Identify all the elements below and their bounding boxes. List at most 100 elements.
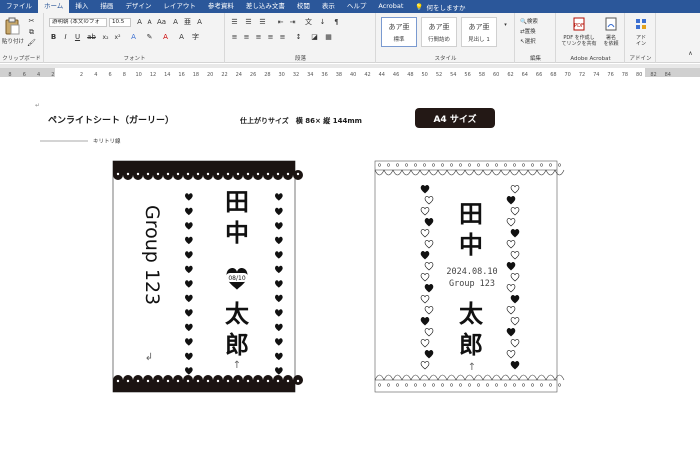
bold-icon[interactable]: B (49, 33, 58, 42)
styles-more-icon[interactable]: ▾ (501, 21, 510, 30)
sheet2-date: 2024.08.10 (446, 267, 497, 277)
lace-hole (166, 379, 170, 383)
line-spacing-icon[interactable]: ↕ (294, 33, 303, 42)
lace-bottom-scallops (113, 375, 303, 385)
lace-hole (206, 379, 210, 383)
superscript-icon[interactable]: x² (113, 33, 122, 42)
tab-5[interactable]: レイアウト (157, 0, 202, 13)
lightbulb-icon: 💡 (415, 2, 424, 11)
sheet2-paragraph-mark: ↑ (468, 362, 476, 373)
enclose-char-icon[interactable]: 字 (191, 33, 200, 42)
pen-sheet-white[interactable]: 田 中 2024.08.10 Group 123 太 郎 ↑ (374, 160, 565, 393)
italic-icon[interactable]: I (61, 33, 70, 42)
tab-4[interactable]: デザイン (119, 0, 157, 13)
align-left-icon[interactable]: ≡ (230, 33, 239, 42)
paste-button[interactable] (4, 17, 20, 35)
tab-0[interactable]: ファイル (0, 0, 38, 13)
subscript-icon[interactable]: x₂ (101, 33, 110, 42)
tab-3[interactable]: 描画 (94, 0, 119, 13)
sheet1-surname-1: 田 (225, 188, 249, 216)
bullets-icon[interactable]: ☰ (230, 18, 239, 27)
lace-hole (206, 172, 210, 176)
lace-dot (557, 163, 562, 167)
tab-10[interactable]: ヘルプ (341, 0, 373, 13)
lace-hole (116, 379, 120, 383)
acrobat-group-label: Adobe Acrobat (570, 56, 611, 62)
find-button[interactable]: 🔍検索 (520, 17, 538, 25)
clipboard-group: 貼り付け ✂ ⧉ 🖌 クリップボード (0, 13, 44, 63)
copy-icon[interactable]: ⧉ (27, 28, 36, 37)
style-no-spacing[interactable]: あア亜 行間詰め (421, 17, 457, 47)
sheet2-surname-2: 中 (459, 231, 483, 259)
font-size-combo[interactable]: 10.5 (109, 18, 131, 27)
tab-6[interactable]: 参考資料 (202, 0, 240, 13)
lace-hole (116, 172, 120, 176)
text-effects-icon[interactable]: A (129, 33, 138, 42)
lace-hole (166, 172, 170, 176)
pdf-icon: PDF (573, 17, 585, 31)
acrobat-group: PDF PDF を作成し てリンクを共有 署名 を依頼 Adobe Acroba… (557, 13, 625, 63)
numbering-icon[interactable]: ☰ (244, 18, 253, 27)
tab-8[interactable]: 校閲 (291, 0, 316, 13)
cut-icon[interactable]: ✂ (27, 17, 36, 26)
lace-hole (186, 172, 190, 176)
lace-hole (266, 172, 270, 176)
decrease-indent-icon[interactable]: ⇤ (276, 18, 285, 27)
lace-hole (296, 172, 300, 176)
highlight-icon[interactable]: ✎ (145, 33, 154, 42)
clipboard-group-label: クリップボード (2, 56, 41, 62)
lace-hole (146, 379, 150, 383)
lace-hole (136, 379, 140, 383)
style-heading-1[interactable]: あア亜 見出し 1 (461, 17, 497, 47)
tell-me-box[interactable]: 💡 何をしますか (409, 2, 465, 12)
text-direction-icon[interactable]: 文 (304, 18, 313, 27)
editing-group: 🔍検索 ⇄置換 ↖選択 編集 (516, 13, 556, 63)
increase-indent-icon[interactable]: ⇥ (288, 18, 297, 27)
collapse-ribbon-icon[interactable]: ∧ (686, 49, 695, 58)
multilevel-list-icon[interactable]: ☰ (258, 18, 267, 27)
tab-9[interactable]: 表示 (316, 0, 341, 13)
tab-11[interactable]: Acrobat (372, 0, 409, 13)
phonetic-icon[interactable]: 亜 (183, 18, 192, 27)
tab-2[interactable]: 挿入 (69, 0, 94, 13)
sort-icon[interactable]: ↓ (318, 18, 327, 27)
char-shading-icon[interactable]: A (177, 33, 186, 42)
document-area[interactable]: ↵ ペンライトシート（ガーリー） 仕上がりサイズ 横 86× 縦 144mm A… (0, 77, 700, 467)
select-button[interactable]: ↖選択 (520, 37, 536, 45)
sheet2-group: Group 123 (449, 279, 495, 289)
justify-icon[interactable]: ≡ (266, 33, 275, 42)
clear-format-icon[interactable]: A (171, 18, 180, 27)
request-signature-button[interactable]: 署名 を依頼 (599, 16, 623, 47)
shrink-font-icon[interactable]: A (145, 18, 154, 27)
char-border-icon[interactable]: A (195, 18, 204, 27)
lace-top-scallops (113, 170, 303, 180)
horizontal-ruler[interactable]: 8 6 4 2 2 4 6 8 10 12 14 16 18 20 22 24 26 28 30 32 34 36 38 40… (0, 64, 700, 78)
lace-hole (256, 379, 260, 383)
underline-icon[interactable]: U (73, 33, 82, 42)
font-color-icon[interactable]: A (161, 33, 170, 42)
align-right-icon[interactable]: ≡ (254, 33, 263, 42)
addins-button[interactable]: アド イン (629, 16, 653, 47)
lace-hole (186, 379, 190, 383)
search-icon: 🔍 (520, 19, 527, 25)
grow-font-icon[interactable]: A (135, 18, 144, 27)
font-name-combo[interactable]: 游明朝 (本文のフォ (49, 18, 107, 27)
create-pdf-button[interactable]: PDF PDF を作成し てリンクを共有 (561, 16, 597, 47)
change-case-icon[interactable]: Aa (157, 18, 166, 27)
shading-icon[interactable]: ◪ (310, 33, 319, 42)
strikethrough-icon[interactable]: ab (87, 33, 96, 42)
addin-icon (636, 19, 646, 29)
tab-1[interactable]: ホーム (38, 0, 70, 13)
borders-icon[interactable]: ▦ (324, 33, 333, 42)
lace-hole (266, 379, 270, 383)
tab-7[interactable]: 差し込み文書 (240, 0, 291, 13)
document-canvas: ↵ ペンライトシート（ガーリー） 仕上がりサイズ 横 86× 縦 144mm A… (35, 102, 565, 393)
show-marks-icon[interactable]: ¶ (332, 18, 341, 27)
style-normal[interactable]: あア亜 標準 (381, 17, 417, 47)
replace-button[interactable]: ⇄置換 (520, 27, 536, 35)
format-painter-icon[interactable]: 🖌 (27, 39, 36, 48)
lace-hole (156, 379, 160, 383)
distribute-icon[interactable]: ≡ (278, 33, 287, 42)
pen-sheet-black[interactable]: 田 中 08/10 太 郎 ↑ Group 123 ↲ (112, 160, 303, 393)
align-center-icon[interactable]: ≡ (242, 33, 251, 42)
